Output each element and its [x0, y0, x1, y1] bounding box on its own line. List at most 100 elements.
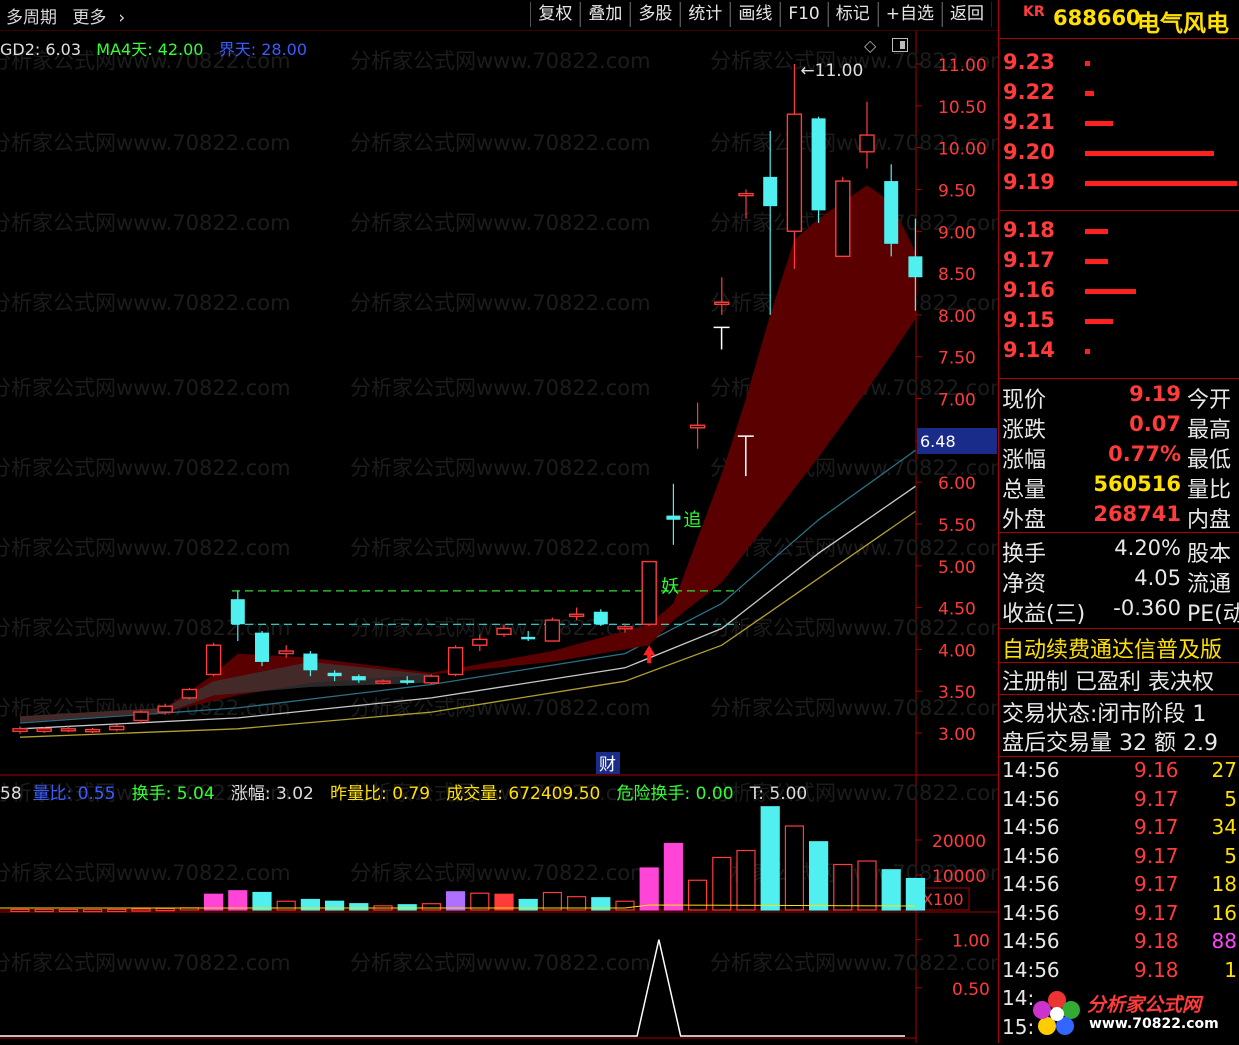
bid-row: 9.15 [999, 308, 1239, 338]
volume-tick-label: 20000 [932, 832, 986, 852]
volume-bar [34, 908, 54, 913]
price-tick-label: 3.50 [938, 683, 976, 703]
vol-prefix: 58 [0, 784, 22, 804]
price-tick-label: 5.00 [938, 558, 976, 578]
afterhours-volume: 盘后交易量 32 额 2.9 [1002, 731, 1218, 756]
candle-body [400, 680, 415, 683]
bid-volume-bar [1085, 229, 1108, 234]
watermark-text: 分析家公式网www.70822.com [0, 376, 291, 400]
buy-arrow-icon [643, 645, 656, 664]
tool-fuquan-button[interactable]: 复权 [530, 2, 581, 27]
watermark-text: 分析家公式网www.70822.com [350, 291, 651, 315]
ask-price: 9.22 [1003, 80, 1055, 104]
candle-body [327, 672, 342, 677]
chengjiao-value: 成交量: 672409.50 [446, 784, 601, 804]
candle-body [472, 638, 488, 646]
candle-body [593, 611, 608, 625]
indicator-tick-label: 0.50 [952, 980, 990, 1000]
bid-row: 9.17 [999, 248, 1239, 278]
indicator-tick-label: 1.00 [952, 932, 990, 952]
ask-volume-bar [1085, 181, 1237, 186]
stat-label2: 最高 [1187, 418, 1232, 443]
candle-body [205, 644, 222, 676]
bid-volume-bar [1085, 289, 1136, 294]
stat-row: 涨跌 0.07 最高 [999, 412, 1239, 443]
ask-row: 9.23 [999, 50, 1239, 80]
cai-tag-label: 财 [599, 755, 616, 775]
candle-body [714, 301, 730, 306]
watermark-text: 分析家公式网www.70822.com [0, 291, 291, 315]
ask-price: 9.23 [1003, 50, 1055, 74]
tick-volume: 16 [1211, 900, 1237, 925]
gd2-value: GD2: 6.03 [0, 40, 81, 59]
more-label: 更多 [72, 8, 107, 28]
tick-row: 14:56 9.16 27 [999, 758, 1239, 788]
price-tick-label: 7.50 [938, 349, 976, 369]
ask-row: 9.21 [999, 110, 1239, 140]
trend-ribbon [20, 185, 916, 723]
weixian-value: 危险换手: 0.00 [616, 784, 734, 804]
bid-row: 9.16 [999, 278, 1239, 308]
watermark-text: 分析家公式网www.70822.com [710, 951, 998, 975]
tick-volume: 5 [1224, 843, 1237, 868]
price-tick-label: 10.50 [938, 98, 987, 118]
candle-body [738, 192, 754, 197]
multi-period-button[interactable]: 多周期 [6, 8, 57, 28]
volume-bar [397, 904, 417, 911]
candle-body [786, 113, 803, 232]
tool-mark-button[interactable]: 标记 [827, 2, 878, 27]
volume-bar [663, 842, 684, 911]
tool-f10-button[interactable]: F10 [780, 2, 828, 27]
ask-price: 9.20 [1003, 140, 1055, 164]
stat-value: 0.77% [1108, 442, 1181, 466]
tool-add-watchlist-button[interactable]: +自选 [877, 2, 942, 27]
ask-row: 9.20 [999, 140, 1239, 170]
kline-chart[interactable]: 分析家公式网www.70822.com 分析家公式网www.70822.com 分析… [0, 0, 998, 1043]
tick-row: 14:56 9.18 1 [999, 958, 1239, 988]
logo-url: www.70822.com [1089, 1016, 1219, 1032]
watermark-text: 分析家公式网www.70822.com [350, 696, 651, 720]
watermark-text: 分析家公式网www.70822.com [710, 616, 998, 640]
tool-draw-button[interactable]: 画线 [730, 2, 781, 27]
zuoliangbi-value: 昨量比: 0.79 [330, 784, 431, 804]
ask-row: 9.19 [999, 170, 1239, 200]
tick-row: 14:56 9.17 5 [999, 844, 1239, 874]
tool-back-button[interactable]: 返回 [942, 2, 992, 27]
price-tick-label: 8.00 [938, 307, 976, 327]
candle-body [496, 627, 512, 636]
more-button[interactable]: 更多 › [72, 8, 135, 28]
volume-bar [252, 891, 272, 911]
volume-bar [155, 907, 175, 912]
candle-body [36, 728, 52, 733]
promo-link[interactable]: 自动续费通达信普及版 [1002, 632, 1239, 663]
ask-volume-bar [1085, 151, 1214, 156]
panel-toggle-icon[interactable] [892, 38, 908, 52]
diamond-icon[interactable]: ◇ [864, 36, 876, 55]
volume-bar [639, 867, 659, 911]
tick-row: 14:56 9.17 18 [999, 872, 1239, 902]
candle-body [423, 675, 440, 684]
chevron-right-icon: › [118, 8, 126, 28]
stat-row: 涨幅 0.77% 最低 [999, 442, 1239, 473]
volume-legend: 58 量比: 0.55 换手: 5.04 涨幅: 3.02 昨量比: 0.79 … [0, 779, 807, 804]
stat-label2: 内盘 [1187, 508, 1232, 533]
watermark-text: 分析家公式网www.70822.com [0, 536, 291, 560]
candle-body [447, 647, 464, 676]
candle-body [255, 632, 269, 662]
ask-volume-bar [1085, 91, 1095, 96]
stat2-value: 4.20% [1114, 536, 1181, 560]
tool-stats-button[interactable]: 统计 [680, 2, 731, 27]
volume-tick-label: 10000 [932, 867, 986, 887]
watermark-text: 分析家公式网www.70822.com [350, 376, 651, 400]
volume-bar [228, 890, 248, 911]
volume-bar [325, 900, 345, 911]
tick-volume: 1 [1224, 957, 1237, 982]
tool-overlay-button[interactable]: 叠加 [580, 2, 631, 27]
stat-row: 现价 9.19 今开 [999, 382, 1239, 413]
price-tick-label: 7.00 [938, 391, 976, 411]
main-legend: GD2: 6.03 MA4天: 42.00 界天: 28.00 [0, 36, 307, 60]
tick-volume: 18 [1211, 872, 1237, 896]
watermark-text: 分析家公式网www.70822.com [350, 861, 651, 885]
volume-bar [712, 856, 732, 911]
tool-multistock-button[interactable]: 多股 [630, 2, 681, 27]
